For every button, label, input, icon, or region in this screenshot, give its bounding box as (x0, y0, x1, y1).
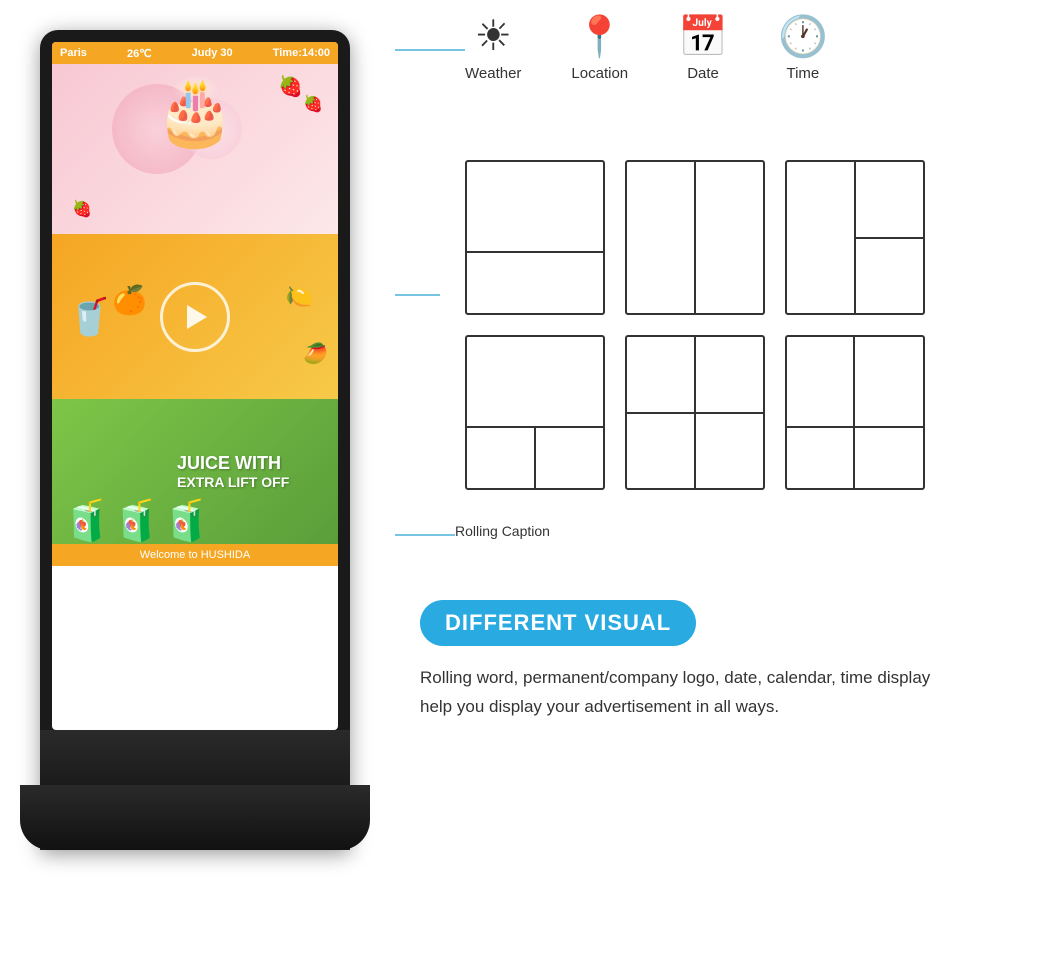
rolling-caption-annotation: Rolling Caption (455, 523, 550, 539)
feature-icons-row: ☀ Weather 📍 Location 📅 Date 🕐 Time (465, 15, 828, 82)
layout-3-left (787, 162, 856, 313)
layout-option-1 (465, 160, 605, 315)
layout-1-top (467, 162, 603, 253)
location-label: Location (571, 65, 628, 82)
layout-option-6 (785, 335, 925, 490)
layout-3-right (856, 162, 923, 313)
play-button[interactable] (160, 282, 230, 352)
kiosk-stand-base (20, 785, 370, 850)
rolling-caption-label: Rolling Caption (455, 523, 550, 539)
weather-icon-item: ☀ Weather (465, 15, 521, 82)
rolling-caption-text: Welcome to HUSHIDA (140, 549, 250, 561)
layout-5-col1 (627, 337, 696, 488)
kiosk-screen: Paris 26℃ Judy 30 Time:14:00 🎂 🍓 (52, 42, 338, 730)
different-visual-badge: DIFFERENT VISUAL (420, 600, 696, 646)
strawberry-2: 🍓 (303, 94, 323, 114)
layout-option-4 (465, 335, 605, 490)
city-label: Paris (60, 47, 87, 59)
cake-emoji: 🎂 (155, 79, 236, 144)
ad-text-block: JUICE WITH EXTRA LIFT OFF (177, 453, 323, 490)
kiosk-display: Paris 26℃ Judy 30 Time:14:00 🎂 🍓 (30, 30, 360, 890)
bottom-section: DIFFERENT VISUAL Rolling word, permanent… (420, 600, 1040, 722)
layout-1-bottom (467, 253, 603, 313)
status-bar: Paris 26℃ Judy 30 Time:14:00 (52, 42, 338, 64)
date-icon-item: 📅 Date (678, 17, 728, 82)
play-icon (187, 305, 207, 329)
layout-5-col2 (696, 337, 763, 488)
temp-label: 26℃ (127, 47, 152, 60)
layout-options-grid (465, 160, 925, 490)
ad-line2: EXTRA LIFT OFF (177, 474, 289, 490)
bottle-emojis: 🧃🧃🧃 (62, 497, 211, 544)
juice-emoji: 🥤 (67, 296, 112, 338)
layout-option-3 (785, 160, 925, 315)
layout-2-col1 (627, 162, 696, 313)
time-label: Time (786, 65, 819, 82)
rolling-caption-bar: Welcome to HUSHIDA (52, 544, 338, 566)
weather-label: Weather (465, 65, 521, 82)
location-icon: 📍 (575, 17, 625, 57)
strawberry-1: 🍓 (278, 74, 303, 99)
time-icon-item: 🕐 Time (778, 17, 828, 82)
layout-option-5 (625, 335, 765, 490)
date-label: Date (687, 65, 719, 82)
juice-ad-panel: 🧃🧃🧃 JUICE WITH EXTRA LIFT OFF (52, 399, 338, 544)
layout-2-col2 (696, 162, 763, 313)
weather-icon: ☀ (474, 15, 512, 57)
time-icon: 🕐 (778, 17, 828, 57)
strawberry-3: 🍓 (72, 199, 92, 219)
time-label: Time:14:00 (273, 47, 330, 59)
layout-option-2 (625, 160, 765, 315)
ad-line1: JUICE WITH (177, 453, 323, 474)
date-label: Judy 30 (192, 47, 233, 59)
date-icon: 📅 (678, 17, 728, 57)
cake-panel: 🎂 🍓 🍓 🍓 (52, 64, 338, 234)
location-icon-item: 📍 Location (571, 17, 628, 82)
juice-panel: 🥤 🍊 🍋 🥭 (52, 234, 338, 399)
kiosk-stand-upper (40, 730, 350, 790)
description-text: Rolling word, permanent/company logo, da… (420, 664, 940, 722)
